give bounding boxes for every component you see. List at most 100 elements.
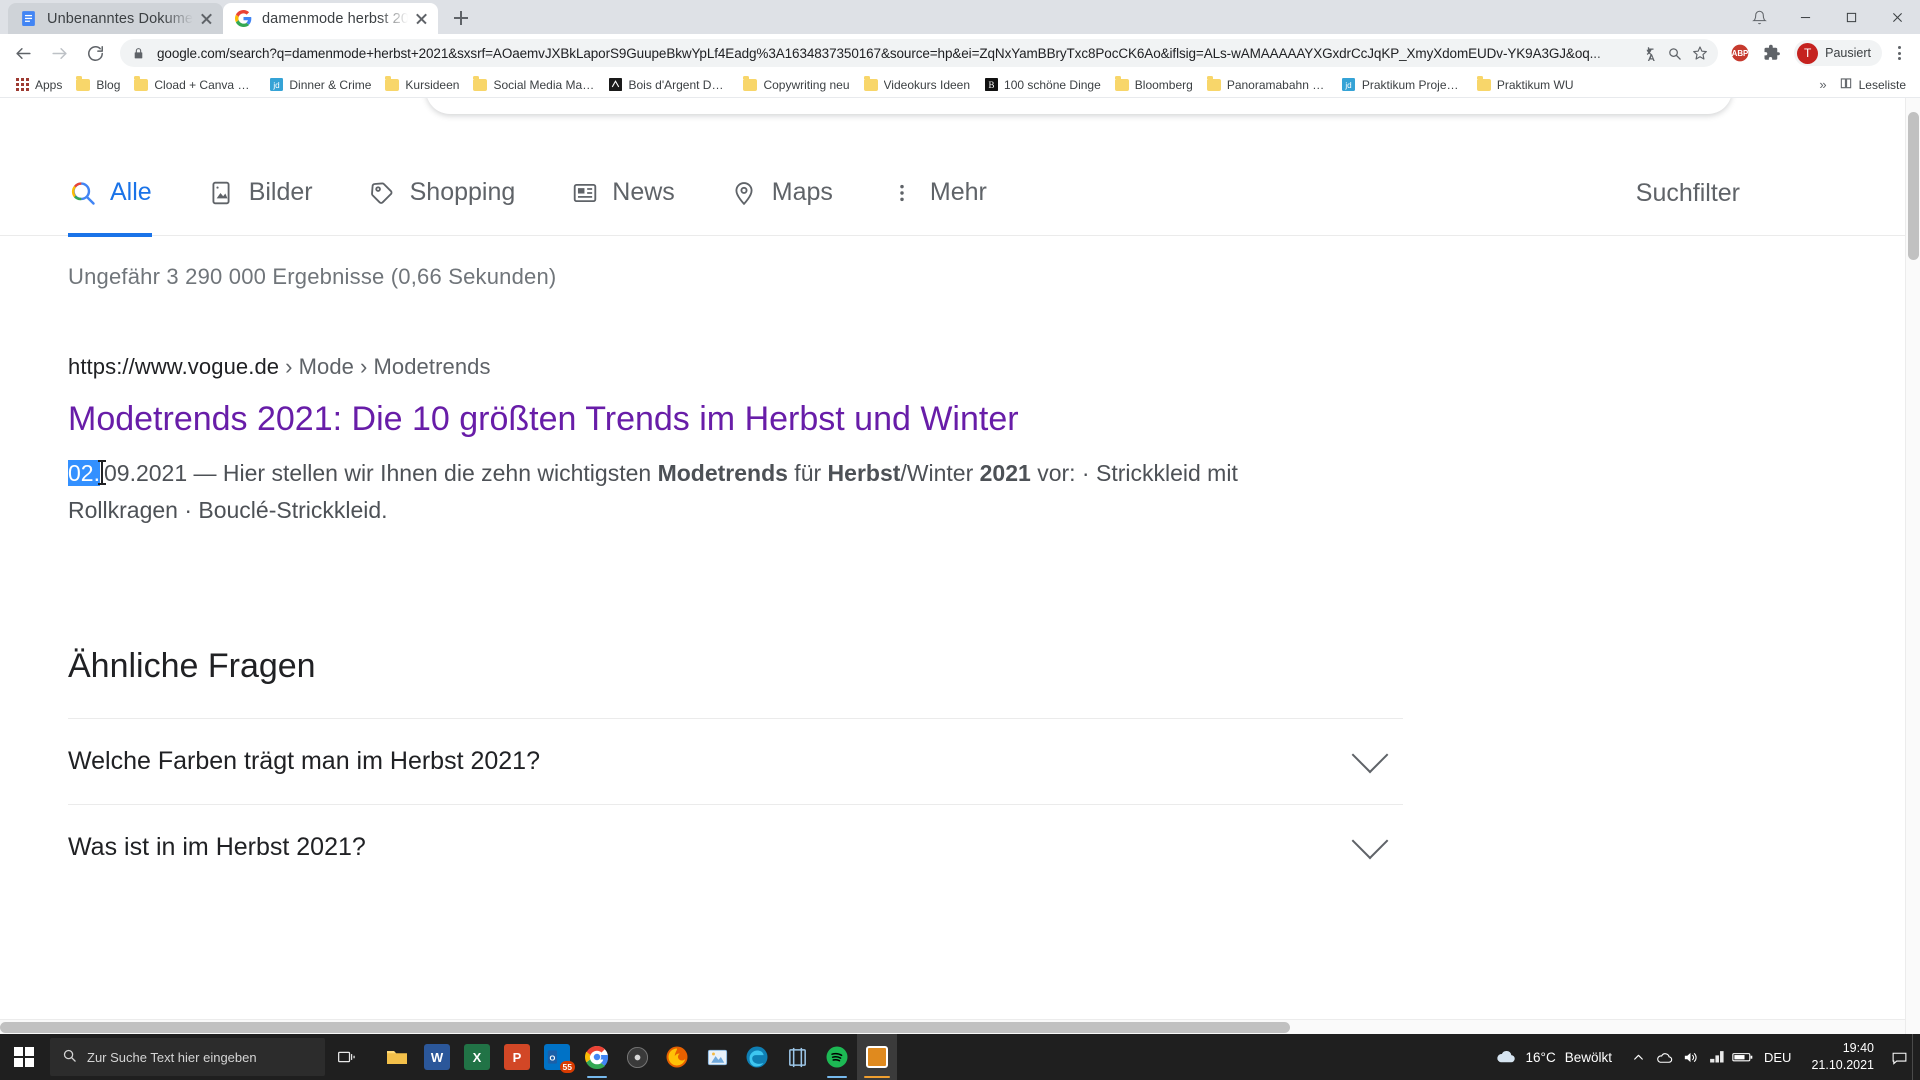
bookmark-label: Videokurs Ideen	[883, 77, 971, 92]
bookmark-item-bloomberg[interactable]: Bloomberg	[1108, 74, 1200, 96]
bookmark-item-100-schoene-dinge[interactable]: B 100 schöne Dinge	[977, 74, 1108, 96]
vertical-scrollbar-thumb[interactable]	[1908, 112, 1919, 260]
back-button[interactable]	[8, 38, 38, 68]
taskbar-app-photos[interactable]	[697, 1034, 737, 1080]
minimize-button[interactable]	[1782, 0, 1828, 34]
task-view-button[interactable]	[325, 1034, 369, 1080]
nav-tab-alle[interactable]: Alle	[68, 150, 207, 237]
svg-text:jd: jd	[272, 81, 279, 90]
taskbar-app-edge[interactable]	[737, 1034, 777, 1080]
taskbar-app-excel[interactable]: X	[457, 1034, 497, 1080]
address-bar[interactable]: google.com/search?q=damenmode+herbst+202…	[120, 39, 1719, 67]
keyboard-language-indicator[interactable]: DEU	[1756, 1050, 1799, 1065]
browser-tab-1[interactable]: Unbenanntes Dokument - Googl	[8, 3, 223, 34]
reading-list-button[interactable]: Leseliste	[1839, 76, 1906, 93]
taskbar-app-spotify[interactable]	[817, 1034, 857, 1080]
chevron-double-right-icon[interactable]: »	[1819, 77, 1826, 92]
taskbar-app-file-explorer[interactable]	[377, 1034, 417, 1080]
bookmark-item-videokurs[interactable]: Videokurs Ideen	[857, 74, 978, 96]
svg-text:ABP: ABP	[1732, 49, 1749, 58]
volume-icon[interactable]	[1678, 1034, 1704, 1080]
adblock-icon[interactable]: ABP	[1727, 40, 1753, 66]
taskbar-app-chrome[interactable]	[577, 1034, 617, 1080]
nav-tab-label: News	[612, 178, 675, 206]
bookmark-item-kursideen[interactable]: Kursideen	[378, 74, 466, 96]
show-desktop-button[interactable]	[1912, 1034, 1920, 1080]
close-button[interactable]	[1874, 0, 1920, 34]
horizontal-scrollbar[interactable]	[0, 1019, 1905, 1034]
tag-icon	[368, 178, 397, 207]
expand-tray-icon[interactable]	[1626, 1034, 1652, 1080]
taskbar-app-active-window[interactable]	[857, 1034, 897, 1080]
bookmark-label: Kursideen	[405, 77, 460, 92]
system-tray: 16°C Bewölkt DEU 19:40 21.10.2021	[1481, 1034, 1920, 1080]
vertical-scrollbar[interactable]	[1905, 98, 1920, 1034]
people-also-ask-row[interactable]: Was ist in im Herbst 2021?	[68, 804, 1403, 890]
maximize-button[interactable]	[1828, 0, 1874, 34]
taskbar-search-input[interactable]: Zur Suche Text hier eingeben	[50, 1038, 325, 1076]
taskbar-app-firefox[interactable]	[657, 1034, 697, 1080]
forward-button[interactable]	[44, 38, 74, 68]
bookmark-apps[interactable]: Apps	[8, 74, 69, 96]
extensions-puzzle-icon[interactable]	[1759, 40, 1785, 66]
bookmark-item-bois-dargent[interactable]: Bois d'Argent Duft...	[601, 74, 736, 96]
nav-tab-label: Mehr	[929, 178, 987, 206]
nav-tab-label: Bilder	[248, 178, 313, 206]
horizontal-scrollbar-thumb[interactable]	[0, 1022, 1290, 1033]
powerpoint-icon: P	[504, 1044, 530, 1070]
reading-list-label: Leseliste	[1858, 77, 1906, 92]
start-button[interactable]	[0, 1034, 48, 1080]
search-tools-button[interactable]: Suchfilter	[1636, 150, 1740, 236]
chevron-down-icon[interactable]	[1351, 736, 1389, 773]
excel-icon: X	[464, 1044, 490, 1070]
onedrive-icon[interactable]	[1652, 1034, 1678, 1080]
bookmark-item-copywriting[interactable]: Copywriting neu	[736, 74, 856, 96]
taskbar-app-snipping-tool[interactable]	[777, 1034, 817, 1080]
close-icon[interactable]	[198, 10, 215, 27]
selected-text: 02.	[68, 459, 100, 486]
notification-bell-icon[interactable]	[1736, 0, 1782, 34]
taskbar-app-disc[interactable]	[617, 1034, 657, 1080]
bookmark-item-dinner-crime[interactable]: jd Dinner & Crime	[262, 74, 378, 96]
snippet-bold-2: Herbst	[827, 459, 901, 486]
network-icon[interactable]	[1704, 1034, 1730, 1080]
address-bar-url: google.com/search?q=damenmode+herbst+202…	[157, 45, 1601, 61]
weather-widget[interactable]: 16°C Bewölkt	[1481, 1047, 1626, 1068]
zoom-icon[interactable]	[1662, 41, 1686, 65]
nav-tab-bilder[interactable]: Bilder	[207, 150, 368, 236]
nav-tab-news[interactable]: News	[570, 150, 730, 236]
bookmark-item-panoramabahn[interactable]: Panoramabahn und...	[1200, 74, 1335, 96]
bookmark-item-praktikum-wu[interactable]: Praktikum WU	[1470, 74, 1581, 96]
notification-icon[interactable]	[1886, 1034, 1912, 1080]
chrome-menu-icon[interactable]	[1886, 38, 1912, 68]
browser-tab-2[interactable]: damenmode herbst 2021 - Goog	[223, 3, 438, 34]
translate-icon[interactable]	[1636, 41, 1660, 65]
bookmark-star-icon[interactable]	[1688, 41, 1712, 65]
nav-tab-mehr[interactable]: Mehr	[888, 150, 1042, 236]
profile-button[interactable]: T Pausiert	[1794, 40, 1882, 66]
close-icon[interactable]	[413, 10, 430, 27]
people-also-ask-title: Ähnliche Fragen	[68, 647, 316, 685]
nav-tab-shopping[interactable]: Shopping	[368, 150, 571, 236]
people-also-ask-row[interactable]: Welche Farben trägt man im Herbst 2021?	[68, 718, 1403, 804]
snippet-part-1: Hier stellen wir Ihnen die zehn wichtigs…	[222, 459, 658, 486]
taskbar-app-powerpoint[interactable]: P	[497, 1034, 537, 1080]
taskbar-app-word[interactable]: W	[417, 1034, 457, 1080]
result-snippet[interactable]: 02. 09.2021 — Hier stellen wir Ihnen die …	[68, 455, 1298, 530]
taskbar-clock[interactable]: 19:40 21.10.2021	[1799, 1034, 1886, 1080]
bookmark-item-blog[interactable]: Blog	[69, 74, 127, 96]
new-tab-button[interactable]	[447, 4, 475, 32]
weather-description: Bewölkt	[1564, 1049, 1612, 1065]
reload-button[interactable]	[80, 38, 110, 68]
result-title-link[interactable]: Modetrends 2021: Die 10 größten Trends i…	[68, 398, 1688, 441]
bookmark-label: Praktikum WU	[1496, 77, 1574, 92]
bookmark-item-social-media[interactable]: Social Media Mana...	[466, 74, 601, 96]
battery-icon[interactable]	[1730, 1034, 1756, 1080]
bookmark-item-cload-canva[interactable]: Cload + Canva Bilder	[127, 74, 262, 96]
nav-tab-maps[interactable]: Maps	[730, 150, 888, 236]
taskbar-app-outlook[interactable]: O 55	[537, 1034, 577, 1080]
bookmark-item-praktikum-projektm[interactable]: jd Praktikum Projektm...	[1335, 74, 1470, 96]
chevron-down-icon[interactable]	[1351, 822, 1389, 859]
search-result-item: https://www.vogue.de › Mode › Modetrends Mod…	[68, 354, 1688, 529]
breadcrumb[interactable]: https://www.vogue.de › Mode › Modetrends	[68, 354, 1688, 380]
